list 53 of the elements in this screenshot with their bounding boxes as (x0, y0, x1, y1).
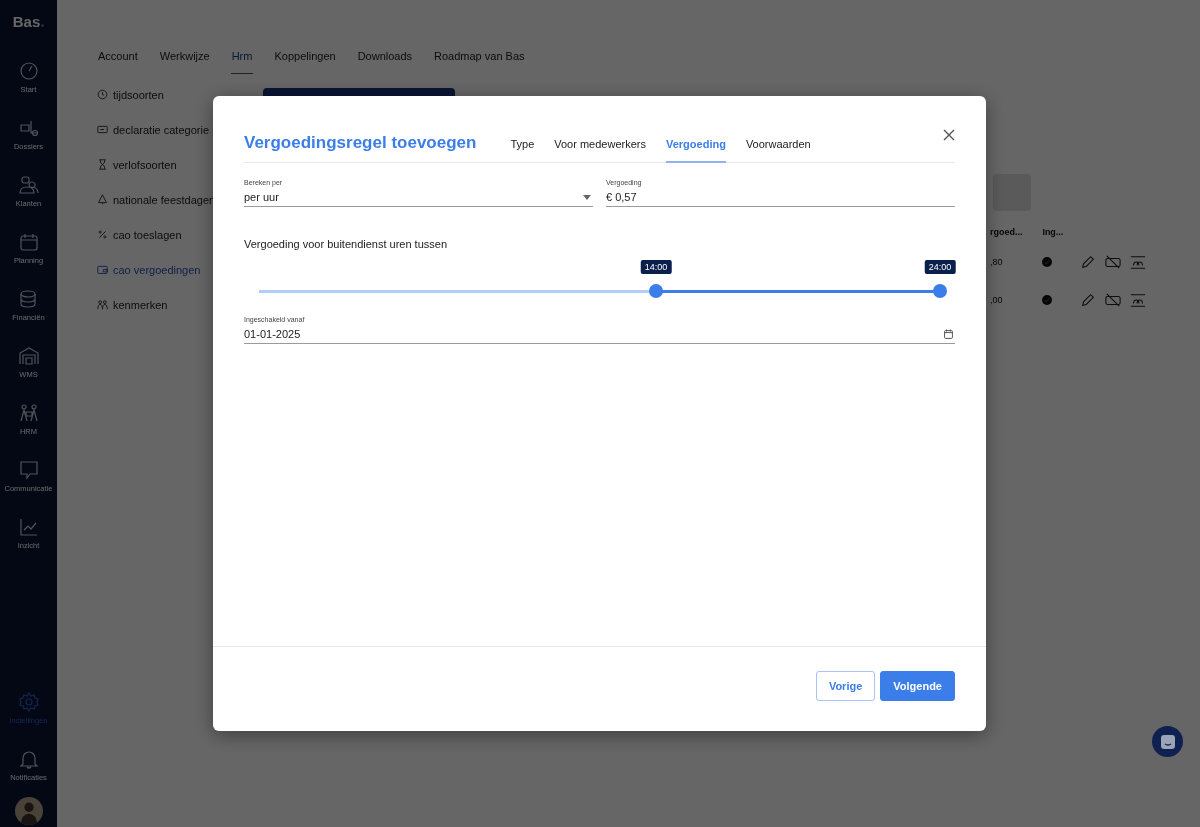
value-tooltip: 24:00 (924, 260, 956, 274)
chat-icon (1158, 732, 1177, 751)
slider-handle[interactable] (933, 284, 947, 298)
next-button[interactable]: Volgende (880, 671, 955, 701)
team-icon (17, 402, 40, 424)
range-label: Vergoeding voor buitendienst uren tussen (244, 238, 449, 250)
table-cell-text: ,00 (990, 295, 1004, 305)
calendar-icon[interactable] (944, 329, 953, 339)
nav-tab[interactable]: Account (97, 48, 139, 74)
slashed-card-icon[interactable] (1105, 254, 1122, 270)
logo: Bas (12, 14, 41, 29)
column-header: rgoed... (990, 227, 1024, 237)
nav-tab[interactable]: Downloads (356, 48, 414, 74)
percent-icon (97, 229, 108, 240)
gauge-icon (17, 60, 40, 82)
step-tab[interactable]: Voor medewerkers (554, 126, 646, 163)
pencil-icon[interactable] (1080, 292, 1097, 308)
chat-button[interactable] (1152, 726, 1183, 757)
people-icon (97, 299, 108, 310)
settings-menu-item[interactable]: tijdsoorten (97, 82, 263, 117)
dialog-title: Vergoedingsregel toevoegen (244, 133, 477, 154)
bell-icon (17, 748, 40, 770)
value-tooltip: 14:00 (640, 260, 672, 274)
wallet-icon (97, 264, 108, 275)
clock-icon (97, 89, 108, 100)
chart-icon (17, 516, 40, 538)
ticket-icon (97, 124, 108, 135)
gear-icon (17, 691, 40, 713)
warehouse-icon (17, 345, 40, 367)
nav-tab[interactable]: Werkwijze (158, 48, 211, 74)
step-tab[interactable]: Voorwaarden (745, 126, 811, 163)
close-icon[interactable] (943, 129, 955, 141)
caret-icon (583, 194, 591, 200)
people-icon (17, 174, 40, 196)
step-tab[interactable]: Type (510, 126, 535, 163)
avatar[interactable] (14, 797, 43, 825)
hourglass-icon (97, 159, 108, 170)
previous-button[interactable]: Vorige (815, 671, 876, 701)
slashed-card-icon[interactable] (1105, 292, 1122, 308)
tree-icon (97, 194, 108, 205)
step-tab[interactable]: Vergoeding (666, 126, 726, 163)
nav-tab[interactable]: Roadmap van Bas (433, 48, 526, 74)
column-header: Ing... (1042, 227, 1065, 237)
nav-tab[interactable]: Hrm (230, 48, 254, 74)
group-icon[interactable] (1130, 254, 1147, 270)
settings-menu-item[interactable]: cao vergoedingen (97, 257, 263, 292)
nav-tab[interactable]: Koppelingen (273, 48, 337, 74)
group-icon[interactable] (1130, 292, 1147, 308)
pencil-icon[interactable] (1080, 254, 1097, 270)
slider-handle[interactable] (649, 284, 663, 298)
chat-icon (17, 459, 40, 481)
table-cell-text: ,80 (990, 257, 1004, 267)
calendar-icon (17, 231, 40, 253)
